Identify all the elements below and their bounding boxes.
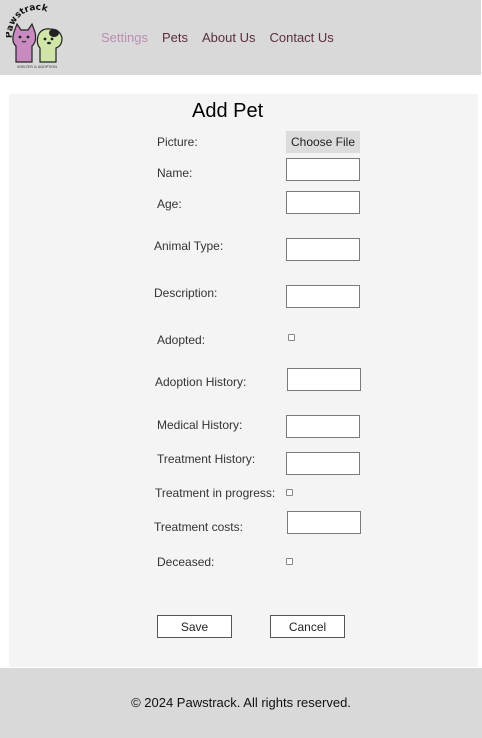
footer-copyright: © 2024 Pawstrack. All rights reserved. (131, 695, 351, 710)
picture-label: Picture: (157, 135, 198, 149)
medical-history-field[interactable] (286, 415, 360, 438)
main-nav: Settings Pets About Us Contact Us (101, 30, 334, 45)
nav-pets[interactable]: Pets (162, 30, 188, 45)
name-label: Name: (157, 166, 193, 180)
treatment-history-label: Treatment History: (157, 452, 256, 466)
cancel-button[interactable]: Cancel (270, 615, 345, 638)
save-button[interactable]: Save (157, 615, 232, 638)
treatment-in-progress-checkbox[interactable] (286, 489, 293, 496)
description-label: Description: (154, 286, 218, 300)
treatment-history-field[interactable] (286, 452, 360, 475)
nav-about-us[interactable]: About Us (202, 30, 255, 45)
name-field[interactable] (286, 158, 360, 181)
treatment-in-progress-label: Treatment in progress: (155, 486, 276, 500)
age-label: Age: (157, 197, 182, 211)
deceased-checkbox[interactable] (286, 558, 293, 565)
nav-contact-us[interactable]: Contact Us (269, 30, 333, 45)
animal-type-label: Animal Type: (154, 239, 224, 253)
treatment-costs-field[interactable] (287, 511, 361, 534)
choose-file-button[interactable]: Choose File (286, 131, 360, 153)
deceased-label: Deceased: (157, 555, 215, 569)
page-title: Add Pet (192, 100, 264, 122)
description-field[interactable] (286, 285, 360, 308)
age-field[interactable] (286, 191, 360, 214)
adopted-label: Adopted: (157, 333, 206, 347)
medical-history-label: Medical History: (157, 418, 243, 432)
nav-settings[interactable]: Settings (101, 30, 148, 45)
adoption-history-label: Adoption History: (155, 375, 247, 389)
adoption-history-field[interactable] (287, 368, 361, 391)
animal-type-field[interactable] (286, 238, 360, 261)
treatment-costs-label: Treatment costs: (154, 520, 243, 534)
site-header: Pawstrack SHELTER & ADOPTION Settings Pe… (0, 0, 481, 75)
pawstrack-logo[interactable]: Pawstrack SHELTER & ADOPTION (6, 2, 68, 70)
adopted-checkbox[interactable] (288, 334, 295, 341)
logo-subtitle: SHELTER & ADOPTION (17, 65, 57, 69)
